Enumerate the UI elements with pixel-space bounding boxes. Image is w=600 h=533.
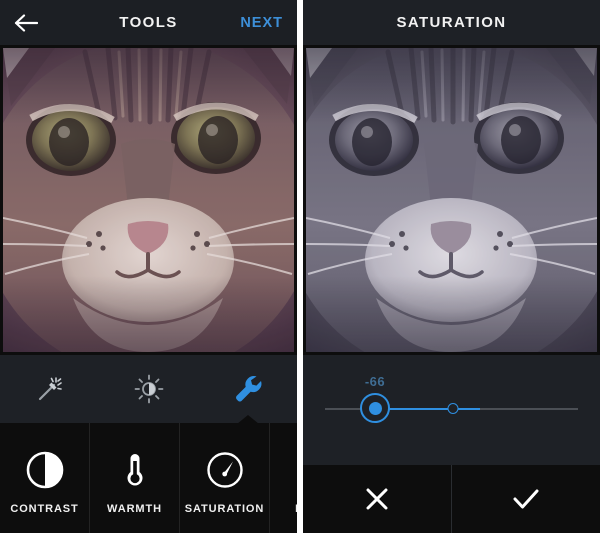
tool-item-contrast-label: CONTRAST <box>10 503 79 515</box>
gauge-icon-wrap <box>205 446 245 494</box>
tool-item-warmth[interactable]: WARMTH <box>90 423 180 533</box>
wrench-icon <box>235 376 261 402</box>
cat-face-photo-desaturated <box>306 48 597 352</box>
left-page-title: TOOLS <box>119 14 178 31</box>
right-panel-saturation-screen: SATURATION -66 <box>303 0 600 533</box>
contrast-icon-wrap <box>25 446 65 494</box>
tool-category-brightness[interactable] <box>99 355 198 423</box>
slider-track[interactable] <box>325 393 578 423</box>
slider-handle-center <box>368 401 382 415</box>
tool-category-enhance[interactable] <box>0 355 99 423</box>
left-header-bar: TOOLS NEXT <box>0 0 297 45</box>
next-button-label: NEXT <box>240 14 283 31</box>
slider-track-fill <box>375 408 480 410</box>
cat-photo-graphic <box>3 48 294 352</box>
cancel-button[interactable] <box>303 465 451 533</box>
photo-editor-screenshot: TOOLS NEXT CONTRAST WARMTH SATURATION SA… <box>0 0 600 533</box>
left-panel-tools-screen: TOOLS NEXT CONTRAST WARMTH SATURATION <box>0 0 297 533</box>
contrast-icon <box>26 451 63 489</box>
highlights-icon-wrap <box>295 446 297 494</box>
tool-list[interactable]: CONTRAST WARMTH SATURATION <box>0 423 297 533</box>
gauge-icon <box>206 452 243 488</box>
tool-item-highlights-label: HIGHL <box>295 503 297 515</box>
highlights-icon <box>296 467 297 473</box>
thermometer-icon-wrap <box>115 446 155 494</box>
saturation-slider-panel: -66 <box>303 355 600 465</box>
tool-item-saturation[interactable]: SATURATION <box>180 423 270 533</box>
right-page-title: SATURATION <box>396 14 507 31</box>
tool-category-tools[interactable] <box>198 355 297 424</box>
back-button[interactable] <box>14 0 54 45</box>
next-button[interactable]: NEXT <box>240 0 283 45</box>
thermometer-icon <box>127 454 142 486</box>
slider-handle[interactable] <box>360 393 390 423</box>
arrow-left-icon <box>14 13 38 32</box>
left-photo-preview[interactable] <box>0 45 297 355</box>
confirm-button[interactable] <box>452 465 600 533</box>
tool-category-strip <box>0 355 297 424</box>
sun-icon <box>134 374 163 404</box>
tool-item-warmth-label: WARMTH <box>107 503 162 515</box>
tool-item-saturation-label: SATURATION <box>184 503 265 515</box>
tool-item-highlights[interactable]: HIGHL <box>270 423 297 533</box>
slider-zero-marker <box>447 402 459 414</box>
right-header-bar: SATURATION <box>303 0 600 45</box>
cat-face-photo-color <box>3 48 294 352</box>
cat-photo-graphic-desaturated <box>306 48 597 352</box>
close-x-icon <box>366 488 388 510</box>
slider-value-label: -66 <box>364 374 386 389</box>
tool-item-contrast[interactable]: CONTRAST <box>0 423 90 533</box>
action-bar <box>303 465 600 533</box>
right-photo-preview[interactable] <box>303 45 600 355</box>
magic-wand-icon <box>38 377 62 401</box>
check-icon <box>513 489 539 509</box>
